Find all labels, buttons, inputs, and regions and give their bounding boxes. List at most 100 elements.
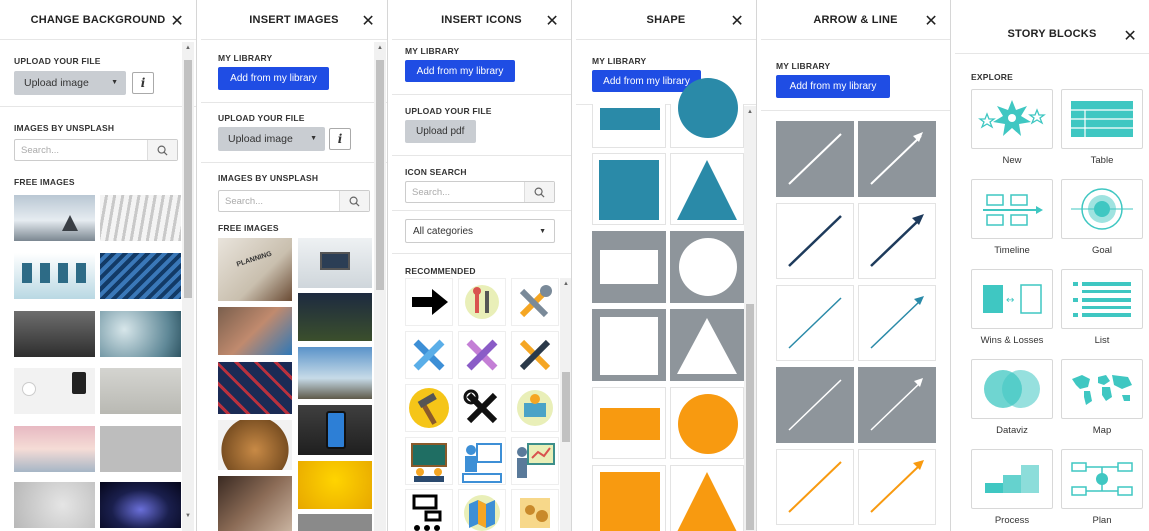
image-thumb-card[interactable] — [218, 307, 292, 355]
category-select[interactable]: All categories ▼ — [405, 219, 555, 243]
shape-rectangle-orange[interactable] — [592, 387, 666, 459]
scrollbar[interactable]: ▲ — [744, 106, 756, 531]
shape-triangle-outline[interactable] — [670, 309, 744, 381]
unsplash-search-input[interactable]: Search... — [14, 139, 178, 161]
shape-triangle-teal[interactable] — [670, 153, 744, 225]
close-icon[interactable]: ✕ — [545, 11, 559, 31]
scrollbar[interactable]: ▲ — [560, 278, 571, 531]
search-icon[interactable] — [339, 191, 369, 211]
background-image-thumb[interactable] — [14, 426, 95, 472]
world-map-icon[interactable] — [511, 489, 559, 531]
add-from-library-button[interactable]: Add from my library — [776, 75, 890, 98]
map-icon[interactable] — [458, 489, 506, 531]
scroll-up-icon[interactable]: ▲ — [374, 45, 386, 51]
upload-pdf-button[interactable]: Upload pdf — [405, 120, 476, 143]
arrow-grey-thin[interactable] — [858, 367, 936, 443]
shape-square-teal[interactable] — [592, 153, 666, 225]
line-grey-thin[interactable] — [776, 367, 854, 443]
scroll-up-icon[interactable]: ▲ — [560, 281, 571, 287]
story-block-table[interactable] — [1061, 89, 1143, 149]
line-orange[interactable] — [776, 449, 854, 525]
background-image-thumb[interactable] — [14, 482, 95, 528]
image-thumb-yellow[interactable] — [298, 461, 372, 509]
scrollbar[interactable]: ▲ ▼ — [182, 42, 194, 531]
shape-circle-teal[interactable] — [670, 78, 744, 148]
wrench-purple-icon[interactable] — [458, 331, 506, 379]
teacher-icon[interactable] — [511, 437, 559, 485]
background-image-thumb[interactable] — [14, 195, 95, 241]
upload-image-button[interactable]: Upload image ▼ — [14, 71, 126, 95]
close-icon[interactable]: ✕ — [170, 11, 184, 31]
tools-cross-icon[interactable] — [511, 331, 559, 379]
add-from-library-button[interactable]: Add from my library — [405, 60, 515, 82]
scrollbar-thumb[interactable] — [562, 372, 570, 442]
upload-image-button[interactable]: Upload image ▼ — [218, 127, 325, 151]
close-icon[interactable]: ✕ — [1123, 26, 1137, 46]
image-thumb-dog[interactable] — [218, 420, 292, 470]
scroll-down-icon[interactable]: ▼ — [182, 513, 194, 519]
story-block-map[interactable] — [1061, 359, 1143, 419]
shape-circle-orange[interactable] — [670, 387, 744, 459]
story-block-process[interactable] — [971, 449, 1053, 509]
scrollbar[interactable]: ▲ — [374, 42, 386, 531]
image-thumb-people[interactable] — [218, 476, 292, 531]
info-icon[interactable]: i — [132, 72, 154, 94]
search-icon[interactable] — [524, 182, 554, 202]
shape-triangle-orange[interactable] — [670, 465, 744, 531]
sitemap-icon[interactable] — [405, 489, 453, 531]
scrollbar-thumb[interactable] — [376, 60, 384, 290]
close-icon[interactable]: ✕ — [924, 11, 938, 31]
story-block-timeline[interactable] — [971, 179, 1053, 239]
image-thumb-mountain[interactable] — [298, 347, 372, 399]
shape-rectangle-outline[interactable] — [592, 231, 666, 303]
background-image-thumb[interactable] — [14, 368, 95, 414]
arrow-teal[interactable] — [858, 285, 936, 361]
story-block-dataviz[interactable] — [971, 359, 1053, 419]
icon-search-input[interactable]: Search... — [405, 181, 555, 203]
background-image-thumb[interactable] — [100, 426, 181, 472]
line-grey[interactable] — [776, 121, 854, 197]
shape-square-orange[interactable] — [592, 465, 666, 531]
story-block-list[interactable] — [1061, 269, 1143, 329]
info-icon[interactable]: i — [329, 128, 351, 150]
image-thumb-laptop[interactable] — [298, 238, 372, 288]
tools-dark-icon[interactable] — [458, 384, 506, 432]
story-block-goal[interactable] — [1061, 179, 1143, 239]
arrow-navy[interactable] — [858, 203, 936, 279]
shape-circle-outline[interactable] — [670, 231, 744, 303]
story-block-wins-losses[interactable]: ↔ — [971, 269, 1053, 329]
line-navy[interactable] — [776, 203, 854, 279]
image-thumb-phone[interactable] — [298, 405, 372, 455]
close-icon[interactable]: ✕ — [361, 11, 375, 31]
background-image-thumb[interactable] — [100, 368, 181, 414]
background-image-thumb[interactable] — [100, 482, 181, 528]
hammer-icon[interactable] — [405, 384, 453, 432]
arrow-grey[interactable] — [858, 121, 936, 197]
background-image-thumb[interactable] — [14, 253, 95, 299]
tools-circle-icon[interactable] — [458, 278, 506, 326]
presenter-icon[interactable] — [458, 437, 506, 485]
background-image-thumb[interactable] — [100, 253, 181, 299]
shape-rectangle-teal[interactable] — [592, 104, 666, 148]
wrench-blue-icon[interactable] — [405, 331, 453, 379]
scrollbar-thumb[interactable] — [746, 304, 754, 530]
search-icon[interactable] — [147, 140, 177, 160]
image-thumb-pattern[interactable] — [218, 362, 292, 414]
arrow-orange[interactable] — [858, 449, 936, 525]
unsplash-search-input[interactable]: Search... — [218, 190, 370, 212]
background-image-thumb[interactable] — [100, 195, 181, 241]
image-thumb-planning[interactable]: PLANNING — [218, 238, 292, 301]
background-image-thumb[interactable] — [100, 311, 181, 357]
worker-icon[interactable] — [511, 384, 559, 432]
line-teal[interactable] — [776, 285, 854, 361]
wrench-icon[interactable] — [511, 278, 559, 326]
background-image-thumb[interactable] — [14, 311, 95, 357]
scroll-up-icon[interactable]: ▲ — [744, 109, 756, 115]
story-block-new[interactable] — [971, 89, 1053, 149]
scrollbar-thumb[interactable] — [184, 60, 192, 298]
add-from-library-button[interactable]: Add from my library — [218, 67, 329, 90]
arrow-right-icon[interactable] — [405, 278, 453, 326]
image-thumb-team[interactable] — [298, 293, 372, 341]
image-thumb[interactable] — [298, 514, 372, 531]
story-block-plan[interactable] — [1061, 449, 1143, 509]
